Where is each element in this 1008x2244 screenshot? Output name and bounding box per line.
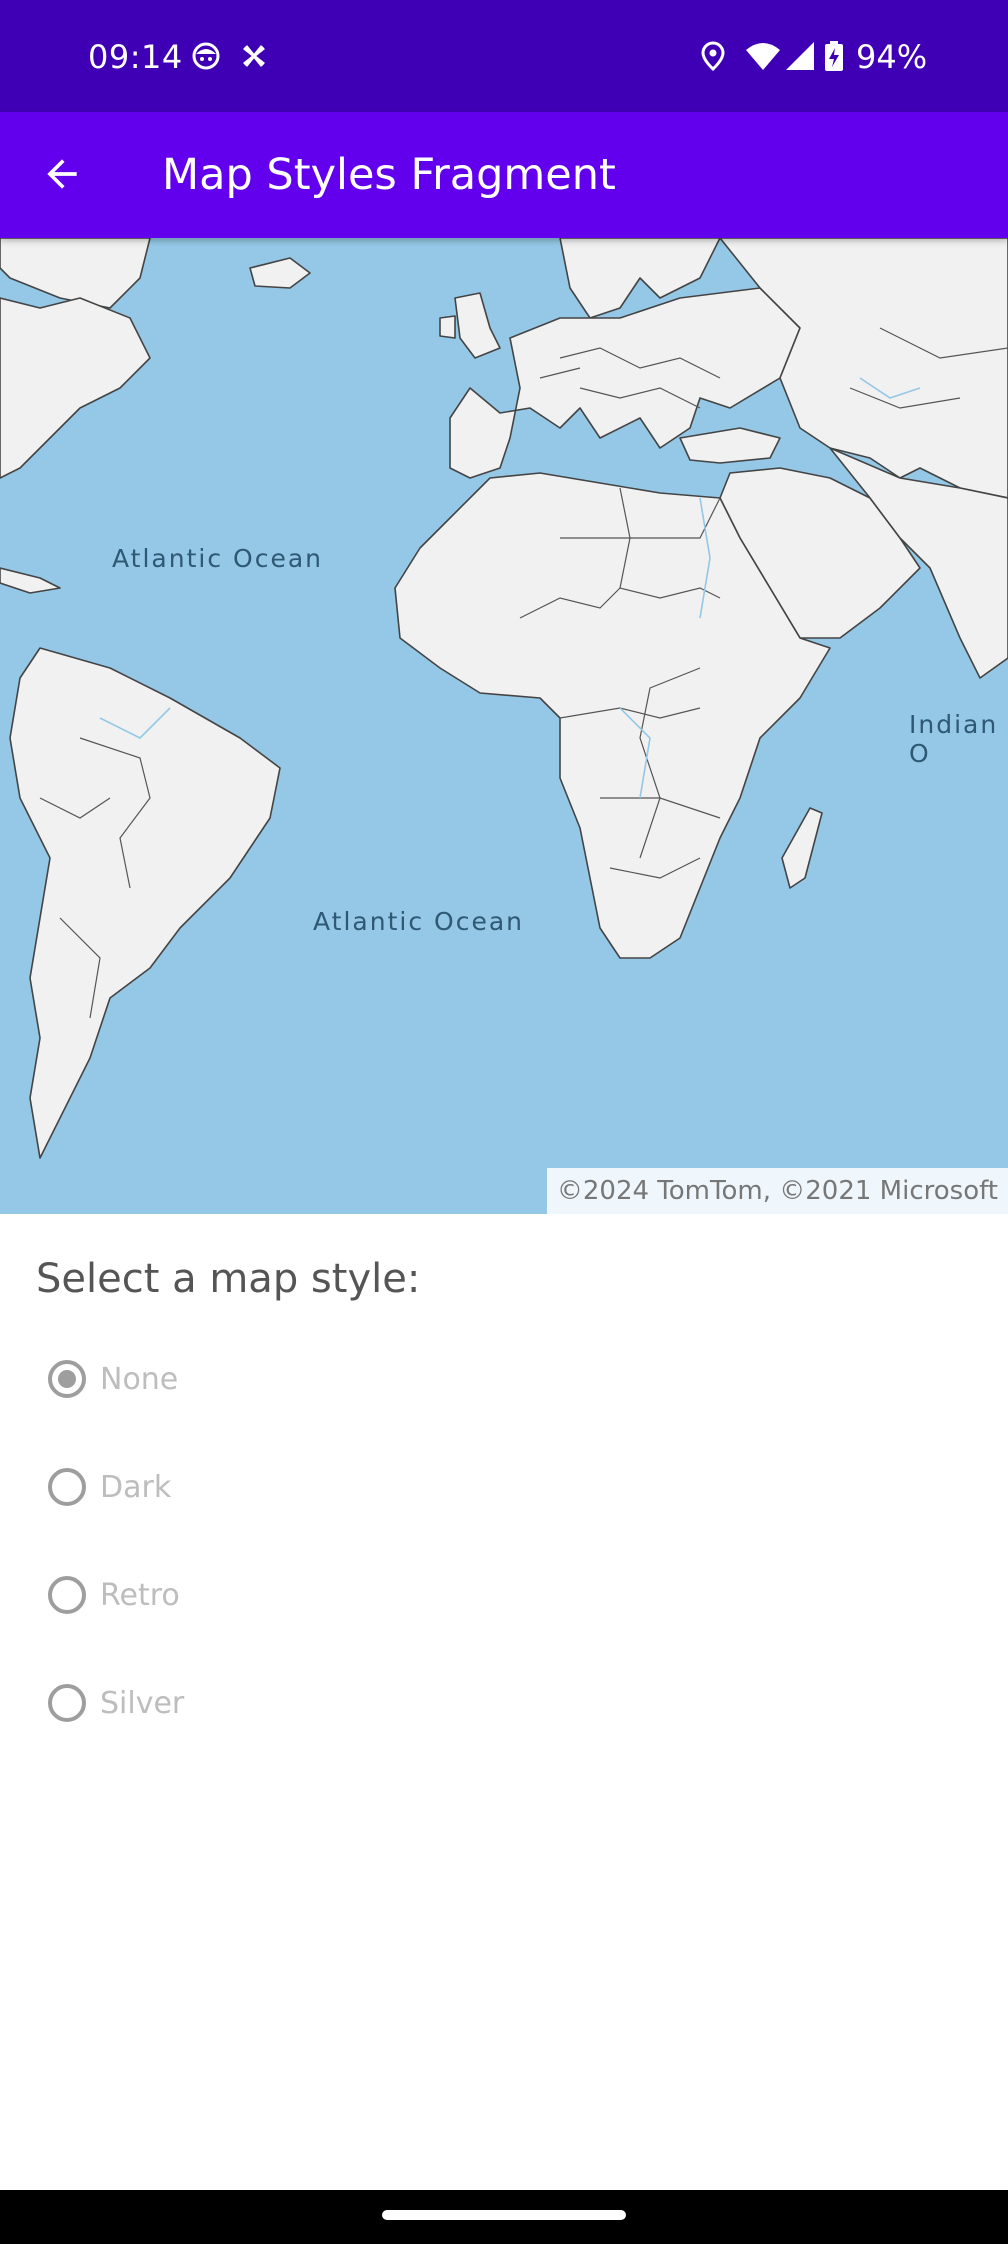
great-britain	[454, 292, 501, 359]
map-attribution: ©2024 TomTom, ©2021 Microsoft	[546, 1168, 1008, 1214]
ireland	[439, 315, 456, 339]
radio-label: Retro	[100, 1577, 180, 1613]
back-button[interactable]	[30, 142, 94, 206]
radio-option-retro[interactable]: Retro	[48, 1560, 180, 1630]
app-bar: Map Styles Fragment	[0, 112, 1008, 238]
greenland	[0, 238, 151, 309]
radio-label: Silver	[100, 1685, 185, 1721]
radio-option-dark[interactable]: Dark	[48, 1452, 171, 1522]
map-canvas	[0, 238, 1008, 1159]
radio-button-checked-icon	[48, 1360, 86, 1398]
home-gesture-handle[interactable]	[382, 2210, 626, 2220]
signal-icon	[786, 42, 814, 70]
radio-option-none[interactable]: None	[48, 1344, 178, 1414]
radio-button-icon	[48, 1576, 86, 1614]
ocean-label-indian: Indian O	[909, 710, 999, 768]
style-prompt: Select a map style:	[36, 1256, 421, 1302]
face-icon	[192, 42, 220, 70]
north-america	[0, 297, 151, 479]
cast-icon	[243, 45, 265, 67]
ocean-label-atlantic-south: Atlantic Ocean	[313, 907, 524, 936]
page-title: Map Styles Fragment	[162, 150, 616, 200]
location-icon	[701, 41, 725, 72]
radio-button-icon	[48, 1684, 86, 1722]
ocean-label-atlantic-north: Atlantic Ocean	[112, 544, 323, 573]
radio-label: Dark	[100, 1469, 172, 1505]
radio-label: None	[100, 1361, 179, 1397]
battery-charging-icon	[825, 41, 843, 71]
radio-button-icon	[48, 1468, 86, 1506]
map-view[interactable]: Atlantic Ocean Atlantic Ocean Indian O ©…	[0, 238, 1008, 1214]
status-time: 09:14	[88, 38, 183, 76]
caribbean	[0, 567, 61, 594]
madagascar	[781, 807, 823, 889]
wifi-icon	[746, 43, 780, 70]
status-bar: 09:14 94%	[0, 0, 1008, 112]
navigation-bar	[0, 2190, 1008, 2244]
radio-option-silver[interactable]: Silver	[48, 1668, 184, 1738]
arrow-back-icon	[47, 159, 77, 189]
turkey	[679, 427, 781, 464]
battery-percentage: 94%	[856, 38, 928, 76]
iceland	[249, 257, 311, 289]
south-america	[9, 647, 281, 1159]
